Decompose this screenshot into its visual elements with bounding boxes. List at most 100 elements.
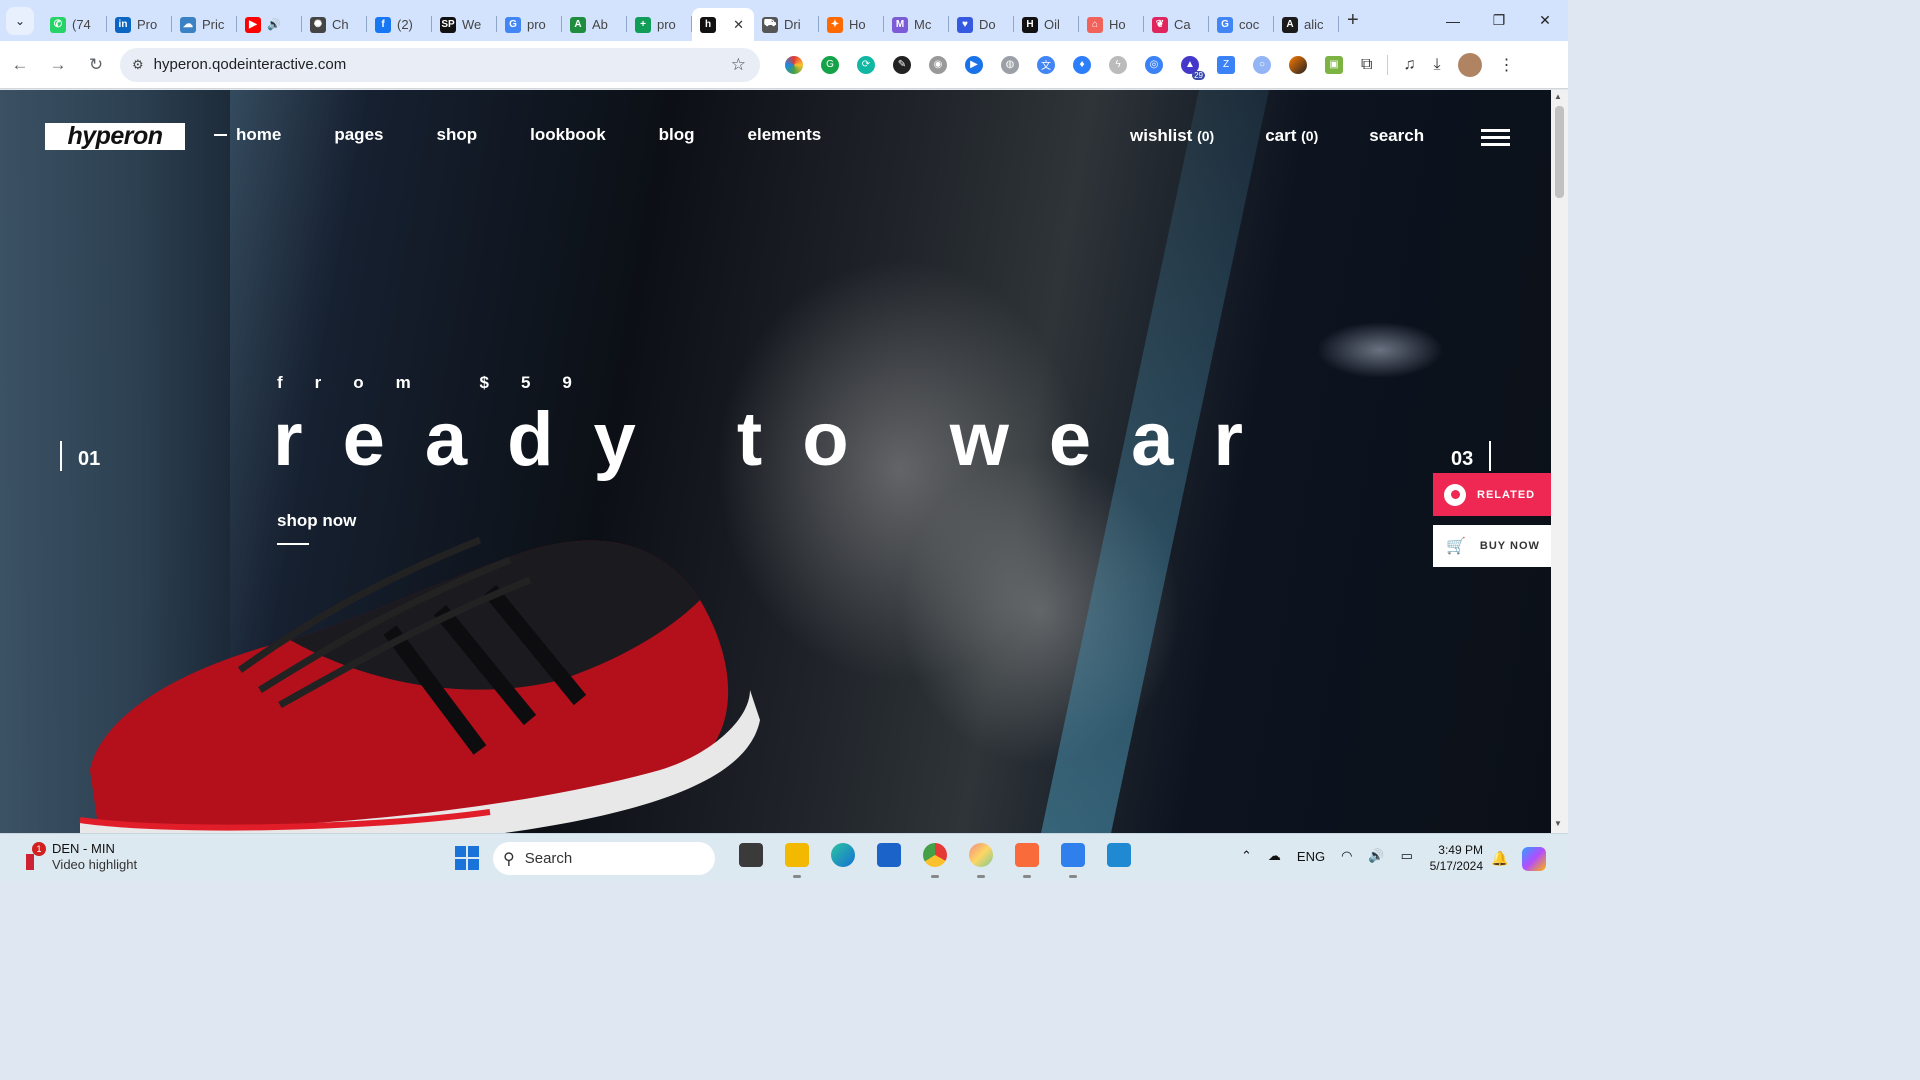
search-link[interactable]: search [1369, 126, 1424, 146]
cart-link[interactable]: cart (0) [1265, 126, 1318, 146]
color-extension-icon[interactable] [785, 55, 803, 74]
page-scrollbar[interactable]: ▲ ▼ [1551, 90, 1568, 833]
grammarly-icon[interactable]: G [821, 55, 839, 74]
browser-tab[interactable]: H Oil [1014, 8, 1079, 41]
browser-tab[interactable]: ♥ Do [949, 8, 1014, 41]
edge-icon[interactable] [831, 843, 855, 867]
nav-item-home[interactable]: home [214, 125, 281, 145]
bookmark-star-icon[interactable]: ☆ [731, 55, 746, 75]
school-extension-icon[interactable]: ▲ 29 [1181, 55, 1205, 80]
copilot-icon[interactable] [1522, 847, 1546, 871]
close-window-button[interactable]: ✕ [1522, 0, 1568, 41]
related-button[interactable]: RELATED [1433, 473, 1551, 516]
browser-tab[interactable]: ☁ Pric [172, 8, 237, 41]
task-view-icon[interactable] [739, 843, 763, 867]
clock[interactable]: 3:49 PM 5/17/2024 [1420, 842, 1483, 874]
chevron-up-icon[interactable]: ⌃ [1241, 848, 1252, 864]
browser-tab[interactable]: SP We [432, 8, 497, 41]
slide-total-number: 03 [1451, 441, 1492, 471]
scroll-up-arrow-icon[interactable]: ▲ [1554, 92, 1562, 101]
drop-extension-icon[interactable]: ♦ [1073, 55, 1091, 74]
nav-item-shop[interactable]: shop [436, 125, 477, 145]
site-logo[interactable]: hyperon [45, 122, 185, 150]
start-button[interactable] [455, 846, 479, 870]
extensions-puzzle-icon[interactable]: ⧉ [1361, 56, 1372, 74]
browser-tab[interactable]: Gcoc [1209, 8, 1274, 41]
browser-tab[interactable]: ✺ Ch [302, 8, 367, 41]
address-bar[interactable]: ⚙ hyperon.qodeinteractive.com ☆ [120, 47, 760, 82]
wifi-icon[interactable]: ◠ [1341, 848, 1352, 864]
browser-tab[interactable]: h ✕ [692, 8, 754, 41]
media-control-icon[interactable]: ♫ [1403, 56, 1415, 74]
menu-kebab-icon[interactable]: ⋮ [1499, 55, 1515, 75]
scroll-down-arrow-icon[interactable]: ▼ [1554, 819, 1562, 828]
download-icon[interactable]: ⤓ [1433, 56, 1440, 74]
nav-item-elements[interactable]: elements [748, 125, 822, 145]
forward-button[interactable]: → [40, 47, 76, 83]
browser-tab[interactable]: ✆ (74 [42, 8, 107, 41]
browser-tab[interactable]: A Ab [562, 8, 627, 41]
new-tab-button[interactable]: + [1347, 9, 1359, 32]
bolt-icon[interactable]: ϟ [1109, 55, 1127, 74]
chrome-icon[interactable] [923, 843, 947, 878]
browser-tab[interactable]: ✦ Ho [819, 8, 884, 41]
eyedropper-icon[interactable]: ✎ [893, 55, 911, 74]
language-indicator[interactable]: ENG [1297, 849, 1325, 864]
lens-icon[interactable]: ○ [1253, 55, 1271, 74]
site-info-icon[interactable]: ⚙ [132, 57, 144, 73]
reload-button[interactable]: ↻ [78, 47, 114, 83]
globe-icon[interactable]: ◍ [1001, 55, 1019, 74]
sports-widget[interactable]: 1 DEN - MIN Video highlight [24, 841, 137, 873]
green-square-icon[interactable]: ▣ [1325, 55, 1343, 74]
browser-tab[interactable]: ▶ 🔊 [237, 8, 302, 41]
chrome-profile-icon[interactable] [969, 843, 993, 878]
nav-item-lookbook[interactable]: lookbook [530, 125, 606, 145]
speaker-icon[interactable]: 🔊 [267, 18, 281, 31]
browser-tab[interactable]: M Mc [884, 8, 949, 41]
record-icon[interactable]: ◎ [1145, 55, 1163, 74]
brave-icon[interactable] [1015, 843, 1039, 878]
nav-item-pages[interactable]: pages [334, 125, 383, 145]
browser-tab[interactable]: Gpro [497, 8, 562, 41]
battery-icon[interactable]: ▭ [1401, 848, 1413, 864]
sports-widget-icon: 1 [24, 842, 46, 870]
browser-tab[interactable]: in Pro [107, 8, 172, 41]
buy-now-button[interactable]: 🛒 BUY NOW [1433, 525, 1551, 567]
tab-search-button[interactable]: ⌄ [6, 6, 34, 35]
url-text[interactable]: hyperon.qodeinteractive.com [154, 56, 347, 73]
store-icon[interactable] [877, 843, 901, 867]
profile-avatar[interactable] [1457, 52, 1482, 77]
back-button[interactable]: ← [2, 47, 38, 83]
onedrive-icon[interactable]: ☁ [1268, 848, 1281, 864]
zip-icon[interactable]: Z [1217, 55, 1235, 74]
notification-bell-icon[interactable]: 🔔 [1491, 850, 1508, 867]
taskbar-search-box[interactable]: ⚲ Search [493, 842, 715, 875]
shop-now-link[interactable]: shop now [277, 511, 356, 531]
vscode-icon[interactable] [1107, 843, 1131, 867]
wishlist-link[interactable]: wishlist (0) [1130, 126, 1214, 146]
minimize-button[interactable]: — [1430, 0, 1476, 41]
restore-button[interactable]: ❐ [1476, 0, 1522, 41]
play-extension-icon[interactable]: ▶ [965, 55, 983, 74]
tab-strip: ⌄ ✆ (74 in Pro ☁ Pric ▶ 🔊 ✺ Ch f (2) SP We Gpro A Ab + pro… [0, 0, 1568, 41]
hamburger-menu-icon[interactable] [1481, 129, 1510, 147]
close-tab-icon[interactable]: ✕ [733, 17, 744, 33]
tab-label: (2) [397, 17, 413, 32]
volume-icon[interactable]: 🔊 [1368, 848, 1384, 864]
paint-icon[interactable] [1061, 843, 1085, 878]
file-explorer-icon[interactable] [785, 843, 809, 878]
browser-tab[interactable]: + pro [627, 8, 692, 41]
scrollbar-thumb[interactable] [1555, 106, 1564, 198]
translate-icon[interactable]: 文 [1037, 55, 1055, 74]
google-icon: G [1217, 16, 1233, 33]
browser-tab[interactable]: Aalic [1274, 8, 1339, 41]
sync-extension-icon[interactable]: ⟳ [857, 55, 875, 74]
half-circle-icon[interactable] [1289, 55, 1307, 74]
nav-item-blog[interactable]: blog [659, 125, 695, 145]
browser-tab[interactable]: ❦ Ca [1144, 8, 1209, 41]
browser-tab[interactable]: ⌂ Ho [1079, 8, 1144, 41]
browser-tab[interactable]: ⛟ Dri [754, 8, 819, 41]
tab-label: Ho [1109, 17, 1126, 32]
browser-tab[interactable]: f (2) [367, 8, 432, 41]
camera-icon[interactable]: ◉ [929, 55, 947, 74]
